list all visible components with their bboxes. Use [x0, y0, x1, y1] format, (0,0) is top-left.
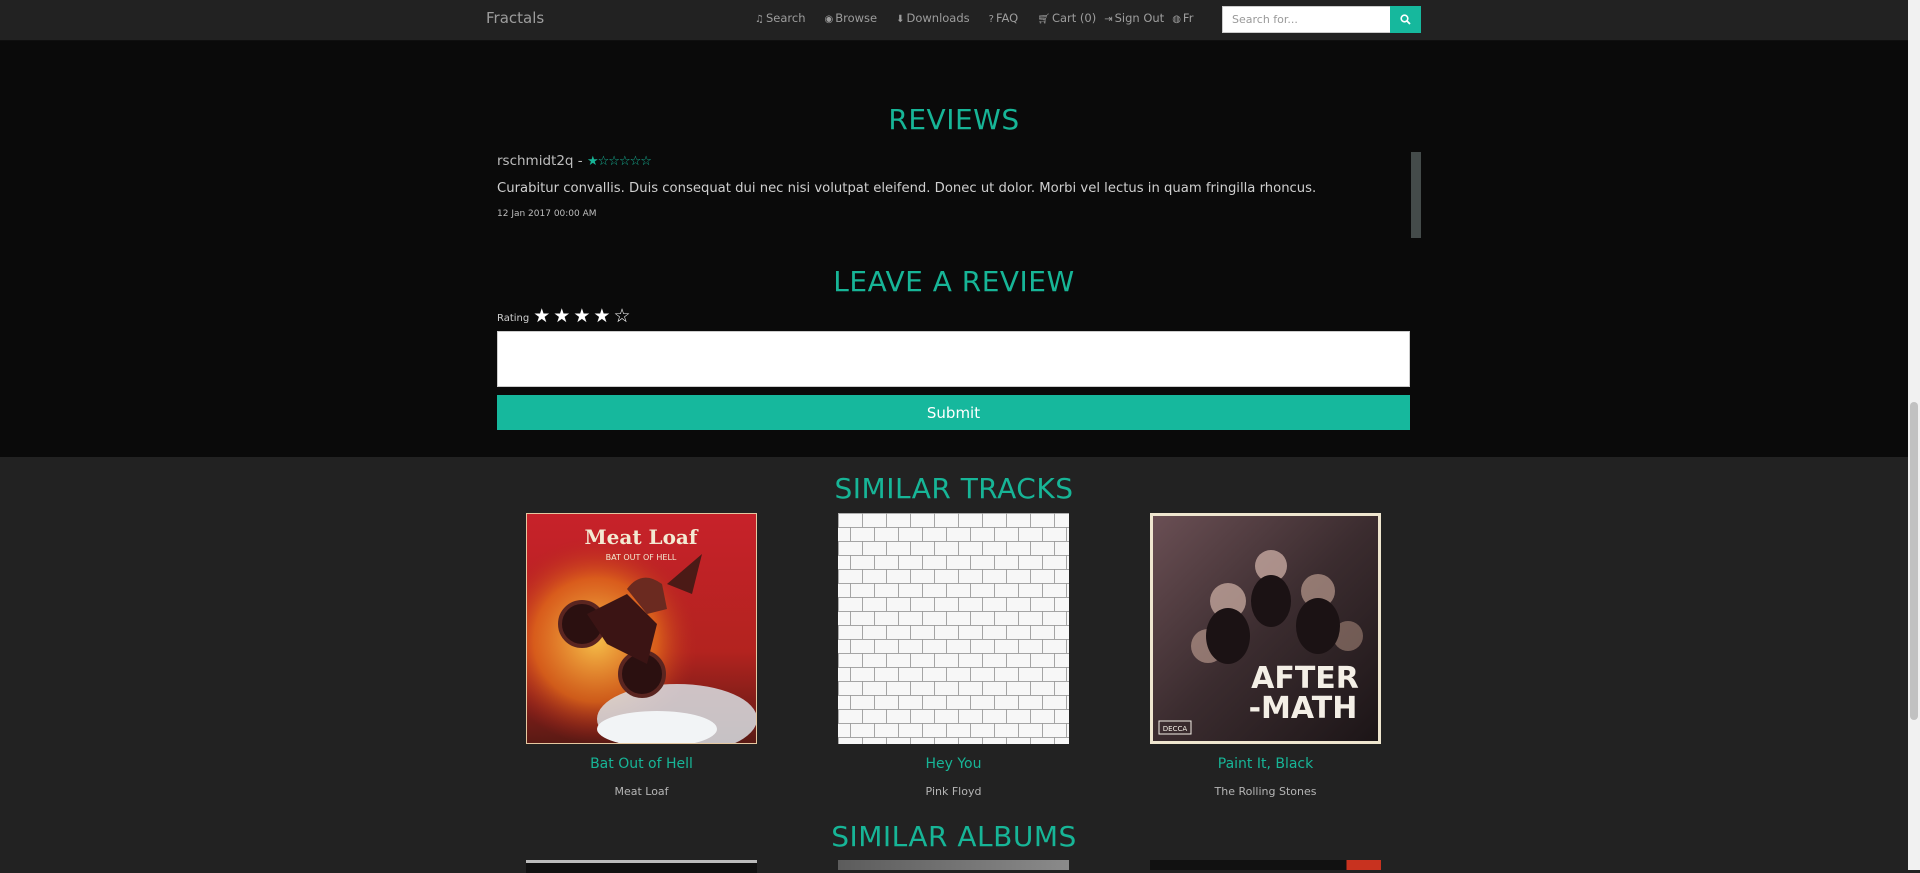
nav-menu: ♫ Search ◉ Browse ⬇ Downloads ? FAQ 🛒︎ Cart (…	[755, 11, 1212, 25]
album-cover-bat-out-of-hell[interactable]: Meat Loaf BAT OUT OF HELL	[526, 513, 757, 744]
star-outline-icon: ☆	[618, 154, 631, 169]
cover-logo-text: Meat Loaf	[585, 525, 699, 549]
nav-cart[interactable]: 🛒︎ Cart (0)	[1037, 11, 1096, 25]
nav-downloads[interactable]: ⬇ Downloads	[896, 11, 970, 25]
music-icon: ♫	[755, 14, 764, 25]
leave-review-title: LEAVE A REVIEW	[833, 265, 1075, 298]
aftermath-artwork: AFTER -MATH DECCA	[1153, 516, 1378, 741]
nav-faq[interactable]: ? FAQ	[989, 11, 1019, 25]
eye-icon: ◉	[824, 14, 834, 25]
review-separator: -	[577, 153, 583, 169]
cart-icon: 🛒︎	[1037, 14, 1050, 25]
review-text: Curabitur convallis. Duis consequat dui …	[497, 181, 1317, 196]
track-card[interactable]: Hey You Pink Floyd	[838, 513, 1069, 798]
review-comment-field[interactable]	[497, 331, 1410, 387]
nav-cart-label: Cart (0)	[1051, 11, 1097, 25]
rating-star-filled-icon[interactable]: ★	[593, 307, 610, 326]
search-icon	[1400, 14, 1411, 25]
navbar: Fractals ♫ Search ◉ Browse ⬇ Downloads ? FAQ…	[0, 0, 1908, 41]
track-artist: Meat Loaf	[614, 785, 669, 798]
star-filled-icon: ★	[586, 154, 599, 169]
similar-tracks-title: SIMILAR TRACKS	[834, 472, 1074, 505]
track-artist: The Rolling Stones	[1214, 785, 1317, 798]
review-rating-stars: ★☆☆☆☆☆	[586, 154, 652, 169]
track-card[interactable]: Meat Loaf BAT OUT OF HELL Bat Out of Hel…	[526, 513, 757, 798]
track-title[interactable]: Bat Out of Hell	[526, 756, 757, 772]
rating-star-filled-icon[interactable]: ★	[573, 307, 590, 326]
nav-language-label: Fr	[1182, 11, 1194, 25]
rating-star-filled-icon[interactable]: ★	[533, 307, 550, 326]
star-outline-icon: ☆	[640, 154, 652, 169]
bat-out-of-hell-artwork: Meat Loaf BAT OUT OF HELL	[527, 514, 756, 743]
rating-star-outline-icon[interactable]: ☆	[613, 307, 630, 326]
reviews-scrollbar[interactable]	[1411, 152, 1421, 238]
rating-label: Rating	[497, 313, 530, 324]
track-title[interactable]: Paint It, Black	[1150, 756, 1381, 772]
album-cover-hey-you[interactable]	[838, 513, 1069, 744]
submit-review-button[interactable]: Submit	[497, 395, 1410, 430]
review-date: 12 Jan 2017 00:00 AM	[497, 209, 597, 219]
track-artist: Pink Floyd	[925, 785, 982, 798]
star-outline-icon: ☆	[597, 154, 610, 169]
album-cover-3[interactable]	[1150, 860, 1381, 870]
nav-sign-out-label: Sign Out	[1114, 11, 1165, 25]
rating-star-filled-icon[interactable]: ★	[553, 307, 570, 326]
search-input[interactable]	[1222, 6, 1390, 33]
nav-faq-label: FAQ	[995, 11, 1019, 25]
album-cover-1[interactable]	[526, 860, 757, 873]
nav-sign-out[interactable]: ⇥ Sign Out	[1104, 11, 1164, 25]
nav-browse[interactable]: ◉ Browse	[824, 11, 877, 25]
sign-out-icon: ⇥	[1104, 14, 1113, 25]
rating-input: Rating ★ ★ ★ ★ ☆	[497, 307, 633, 326]
nav-downloads-label: Downloads	[906, 11, 970, 25]
brick-wall-artwork	[838, 513, 1069, 744]
nav-search[interactable]: ♫ Search	[755, 11, 805, 25]
svg-text:-MATH: -MATH	[1249, 691, 1358, 726]
download-icon: ⬇	[896, 14, 905, 25]
globe-icon: ◍	[1172, 14, 1181, 25]
nav-browse-label: Browse	[835, 11, 878, 25]
question-circle-icon: ?	[988, 14, 994, 25]
review-header: rschmidt2q - ★☆☆☆☆☆	[497, 153, 652, 169]
similar-albums-title: SIMILAR ALBUMS	[831, 820, 1077, 853]
track-title[interactable]: Hey You	[838, 756, 1069, 772]
brand-logo[interactable]: Fractals	[486, 9, 544, 27]
review-user: rschmidt2q	[497, 153, 574, 169]
svg-text:DECCA: DECCA	[1163, 725, 1188, 733]
reviews-title: REVIEWS	[888, 103, 1020, 136]
star-outline-icon: ☆	[629, 154, 642, 169]
nav-search-label: Search	[765, 11, 806, 25]
page-scrollbar-thumb[interactable]	[1910, 402, 1918, 720]
album-cover-2[interactable]	[838, 860, 1069, 870]
track-card[interactable]: AFTER -MATH DECCA Paint It, Black The Ro…	[1150, 513, 1381, 798]
star-outline-icon: ☆	[608, 154, 620, 169]
nav-language[interactable]: ◍ Fr	[1172, 11, 1193, 25]
album-cover-paint-it-black[interactable]: AFTER -MATH DECCA	[1150, 513, 1381, 744]
search-button[interactable]	[1390, 6, 1421, 33]
svg-text:BAT OUT OF HELL: BAT OUT OF HELL	[606, 553, 677, 562]
